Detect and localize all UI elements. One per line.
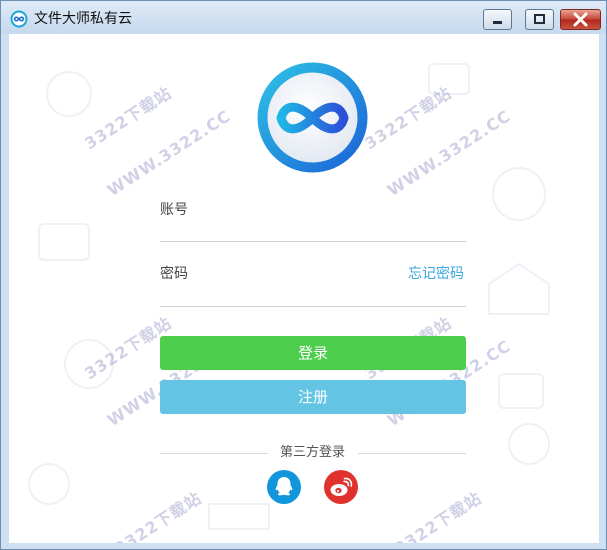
app-window: 文件大师私有云 3322下载站 WWW.3322.CC 3322下载站 WWW.…: [0, 0, 607, 550]
password-input[interactable]: [160, 280, 466, 307]
login-button[interactable]: 登录: [160, 336, 466, 370]
divider-left: [160, 453, 268, 454]
qq-login-button[interactable]: [267, 470, 301, 504]
close-icon: [573, 12, 588, 27]
close-button[interactable]: [560, 9, 601, 30]
maximize-icon: [534, 14, 545, 24]
third-party-login-label: 第三方登录: [279, 445, 345, 460]
weibo-login-button[interactable]: [324, 470, 358, 504]
account-input[interactable]: [160, 215, 466, 242]
weibo-icon: [330, 477, 353, 496]
window-title: 文件大师私有云: [34, 11, 132, 27]
maximize-button[interactable]: [525, 9, 554, 30]
app-logo: [257, 62, 368, 173]
register-button[interactable]: 注册: [160, 380, 466, 414]
app-logo-icon: [10, 10, 28, 28]
divider-right: [358, 453, 466, 454]
minimize-icon: [493, 21, 502, 24]
minimize-button[interactable]: [483, 9, 512, 30]
qq-icon: [275, 477, 293, 496]
title-bar[interactable]: 文件大师私有云: [1, 1, 606, 34]
login-panel: 3322下载站 WWW.3322.CC 3322下载站 WWW.3322.CC …: [9, 34, 599, 543]
